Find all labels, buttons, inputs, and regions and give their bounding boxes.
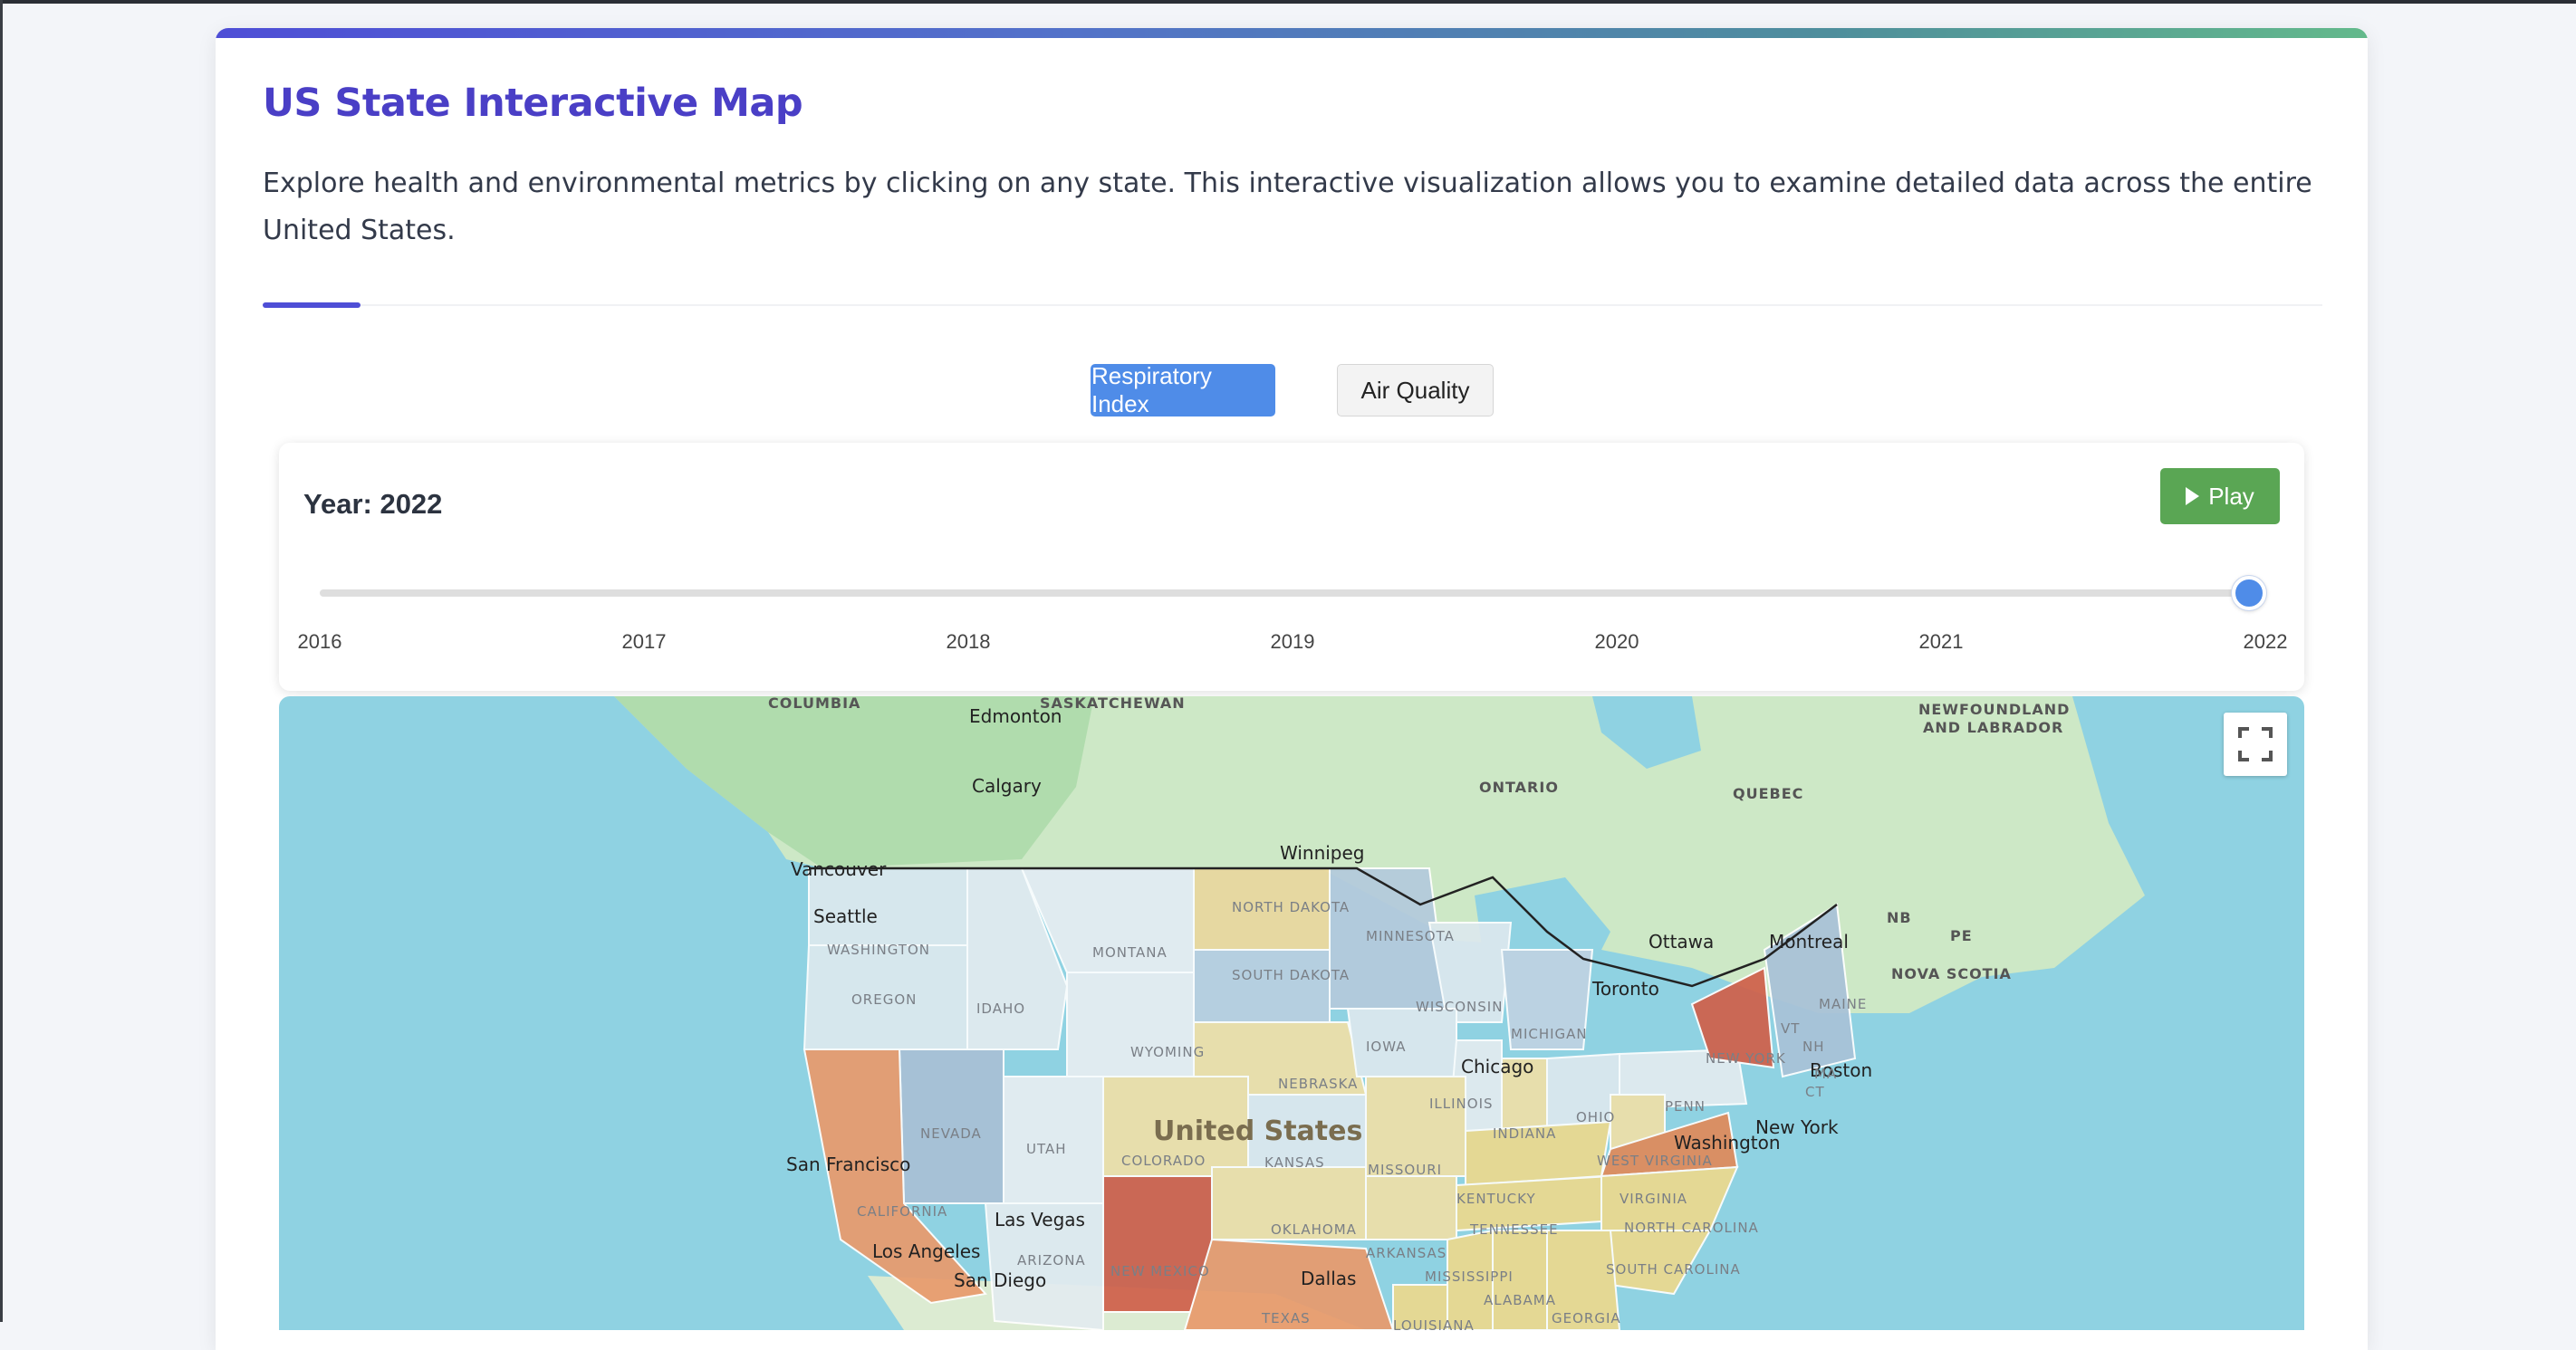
label-dallas: Dallas — [1301, 1268, 1356, 1289]
label-state-ct: CT — [1805, 1084, 1825, 1100]
label-vancouver: Vancouver — [791, 858, 887, 880]
label-state-arkansas: ARKANSAS — [1366, 1245, 1447, 1261]
state-arkansas[interactable] — [1365, 1175, 1457, 1240]
label-las-vegas: Las Vegas — [995, 1209, 1085, 1230]
label-state-kentucky: KENTUCKY — [1456, 1191, 1536, 1207]
label-labrador: AND LABRADOR — [1923, 719, 2063, 736]
label-state-louisiana: LOUISIANA — [1393, 1317, 1475, 1330]
fullscreen-button[interactable] — [2224, 713, 2287, 776]
label-state-ma: MA — [1814, 1066, 1837, 1082]
label-state-vt: VT — [1781, 1020, 1800, 1037]
label-state-oklahoma: OKLAHOMA — [1271, 1221, 1357, 1238]
year-tick-2018: 2018 — [946, 630, 991, 653]
label-united-states: United States — [1153, 1115, 1362, 1147]
label-state-south-dakota: SOUTH DAKOTA — [1232, 967, 1350, 983]
year-tick-2017: 2017 — [621, 630, 667, 653]
year-tick-2021: 2021 — [1918, 630, 1964, 653]
label-state-north-carolina: NORTH CAROLINA — [1624, 1220, 1759, 1236]
label-chicago: Chicago — [1461, 1056, 1533, 1077]
label-winnipeg: Winnipeg — [1280, 842, 1365, 864]
state-south-dakota[interactable] — [1193, 949, 1331, 1023]
label-pe: PE — [1950, 927, 1973, 944]
label-state-mississippi: MISSISSIPPI — [1425, 1269, 1514, 1285]
label-state-texas: TEXAS — [1261, 1310, 1311, 1326]
label-state-tennessee: TENNESSEE — [1469, 1221, 1559, 1238]
play-icon — [2186, 487, 2200, 505]
play-button[interactable]: Play — [2160, 468, 2280, 524]
label-quebec: QUEBEC — [1733, 785, 1803, 802]
label-state-north-dakota: NORTH DAKOTA — [1232, 899, 1350, 915]
label-state-ohio: OHIO — [1576, 1109, 1615, 1125]
label-state-wisconsin: WISCONSIN — [1416, 999, 1503, 1015]
window-left-border — [0, 0, 3, 1322]
label-state-montana: MONTANA — [1092, 944, 1168, 961]
year-tick-2022: 2022 — [2243, 630, 2288, 653]
page-description: Explore health and environmental metrics… — [263, 168, 2312, 246]
label-state-oregon: OREGON — [851, 991, 917, 1008]
title-underline — [263, 302, 360, 308]
label-state-minnesota: MINNESOTA — [1366, 928, 1455, 944]
label-state-nevada: NEVADA — [920, 1125, 982, 1142]
label-state-alabama: ALABAMA — [1484, 1292, 1556, 1308]
state-wyoming[interactable] — [1066, 972, 1195, 1077]
label-state-missouri: MISSOURI — [1368, 1162, 1442, 1178]
label-montreal: Montreal — [1769, 931, 1849, 953]
fullscreen-icon — [2238, 727, 2273, 761]
label-calgary: Calgary — [972, 775, 1042, 797]
label-state-indiana: INDIANA — [1493, 1125, 1556, 1142]
label-state-penn: PENN — [1665, 1098, 1706, 1115]
label-san-francisco: San Francisco — [786, 1154, 910, 1175]
label-state-colorado: COLORADO — [1121, 1153, 1206, 1169]
label-ottawa: Ottawa — [1648, 931, 1714, 953]
label-toronto: Toronto — [1591, 978, 1659, 1000]
label-state-nebraska: NEBRASKA — [1278, 1076, 1358, 1092]
year-label: Year: 2022 — [303, 488, 443, 520]
label-state-michigan: MICHIGAN — [1511, 1026, 1588, 1042]
year-tick-2020: 2020 — [1594, 630, 1639, 653]
label-state-new-mexico: NEW MEXICO — [1110, 1263, 1210, 1279]
label-san-diego: San Diego — [954, 1269, 1046, 1291]
label-nb: NB — [1887, 909, 1912, 926]
year-slider-track[interactable] — [320, 589, 2249, 597]
label-state-nh: NH — [1802, 1039, 1825, 1055]
timeline-panel: Year: 2022 Play 2016 2017 2018 2019 2020… — [279, 443, 2304, 691]
label-ontario: ONTARIO — [1479, 779, 1559, 796]
label-state-maine: MAINE — [1819, 996, 1867, 1012]
label-state-washington: WASHINGTON — [827, 942, 930, 958]
label-state-west-virginia: WEST VIRGINIA — [1597, 1153, 1713, 1169]
label-state-wyoming: WYOMING — [1130, 1044, 1205, 1060]
state-utah[interactable] — [1003, 1076, 1104, 1204]
label-seattle: Seattle — [813, 905, 878, 927]
play-button-label: Play — [2208, 482, 2254, 510]
label-state-virginia: VIRGINIA — [1620, 1191, 1687, 1207]
tab-respiratory-index[interactable]: Respiratory Index — [1091, 362, 1275, 417]
window-top-border — [0, 0, 2576, 4]
choropleth-map[interactable]: COLUMBIA SASKATCHEWAN ONTARIO QUEBEC NEW… — [279, 696, 2304, 1330]
label-columbia: COLUMBIA — [768, 696, 860, 712]
label-newfoundland: NEWFOUNDLAND — [1918, 701, 2070, 718]
label-nova-scotia: NOVA SCOTIA — [1891, 965, 2012, 982]
year-slider-thumb[interactable] — [2232, 576, 2266, 610]
year-tick-2016: 2016 — [297, 630, 342, 653]
section-divider — [360, 304, 2322, 306]
page-title: US State Interactive Map — [263, 81, 803, 126]
label-washington: Washington — [1674, 1132, 1781, 1154]
label-state-idaho: IDAHO — [976, 1001, 1025, 1017]
label-state-georgia: GEORGIA — [1552, 1310, 1621, 1326]
card-accent-bar — [216, 28, 2368, 38]
label-state-utah: UTAH — [1026, 1141, 1067, 1157]
tab-air-quality[interactable]: Air Quality — [1337, 364, 1494, 416]
year-tick-2019: 2019 — [1270, 630, 1315, 653]
label-state-arizona: ARIZONA — [1017, 1252, 1086, 1269]
label-state-south-carolina: SOUTH CAROLINA — [1606, 1261, 1741, 1278]
label-state-new-york: NEW YORK — [1706, 1050, 1786, 1067]
label-los-angeles: Los Angeles — [872, 1240, 980, 1262]
map-canvas: COLUMBIA SASKATCHEWAN ONTARIO QUEBEC NEW… — [614, 696, 2145, 1330]
main-card: US State Interactive Map Explore health … — [216, 28, 2368, 1350]
label-state-california: CALIFORNIA — [857, 1203, 947, 1220]
label-state-iowa: IOWA — [1366, 1039, 1407, 1055]
label-edmonton: Edmonton — [969, 705, 1062, 727]
label-state-kansas: KANSAS — [1264, 1154, 1325, 1171]
label-state-illinois: ILLINOIS — [1429, 1096, 1494, 1112]
